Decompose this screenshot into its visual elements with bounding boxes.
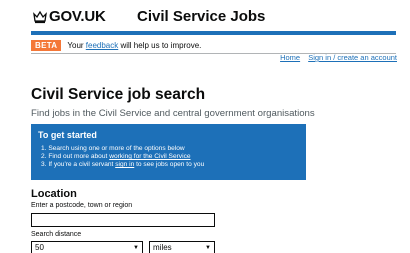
- working-link[interactable]: working for the Civil Service: [109, 153, 190, 160]
- service-name[interactable]: Civil Service Jobs: [137, 8, 265, 25]
- crown-icon: [33, 10, 47, 24]
- steps-list: 1. Search using one or more of the optio…: [38, 145, 299, 170]
- step-1: 1. Search using one or more of the optio…: [41, 145, 185, 152]
- signin-link[interactable]: Sign in / create an account: [308, 53, 397, 62]
- step-3: 3. If you're a civil servant sign in to …: [41, 161, 205, 169]
- location-hint: Enter a postcode, town or region: [31, 202, 133, 209]
- unit-select[interactable]: miles ▼: [149, 241, 215, 253]
- beta-tag: BETA: [31, 39, 62, 51]
- account-links: Home Sign in / create an account: [274, 53, 397, 62]
- panel-title: To get started: [38, 130, 97, 140]
- govuk-logo[interactable]: GOV.UK: [49, 8, 106, 25]
- location-input[interactable]: [31, 213, 215, 227]
- unit-value: miles: [153, 243, 172, 252]
- step-2: 2. Find out more about working for the C…: [41, 153, 191, 161]
- chevron-down-icon: ▼: [133, 244, 139, 251]
- panel-signin-link[interactable]: sign in: [115, 161, 134, 168]
- home-link[interactable]: Home: [280, 53, 300, 62]
- header-rule: [31, 31, 396, 35]
- location-heading: Location: [31, 188, 77, 200]
- distance-value: 50: [35, 243, 44, 252]
- distance-label: Search distance: [31, 231, 82, 238]
- beta-text: Your feedback will help us to improve.: [67, 40, 202, 50]
- page-title: Civil Service job search: [31, 86, 206, 103]
- beta-banner: BETA Your feedback will help us to impro…: [31, 39, 201, 51]
- distance-select[interactable]: 50 ▼: [31, 241, 143, 253]
- getting-started-panel: To get started 1. Search using one or mo…: [31, 124, 306, 180]
- page-subtitle: Find jobs in the Civil Service and centr…: [31, 108, 315, 119]
- site-header: GOV.UK Civil Service Jobs: [0, 0, 410, 35]
- chevron-down-icon: ▼: [205, 244, 211, 251]
- feedback-link[interactable]: feedback: [86, 41, 118, 50]
